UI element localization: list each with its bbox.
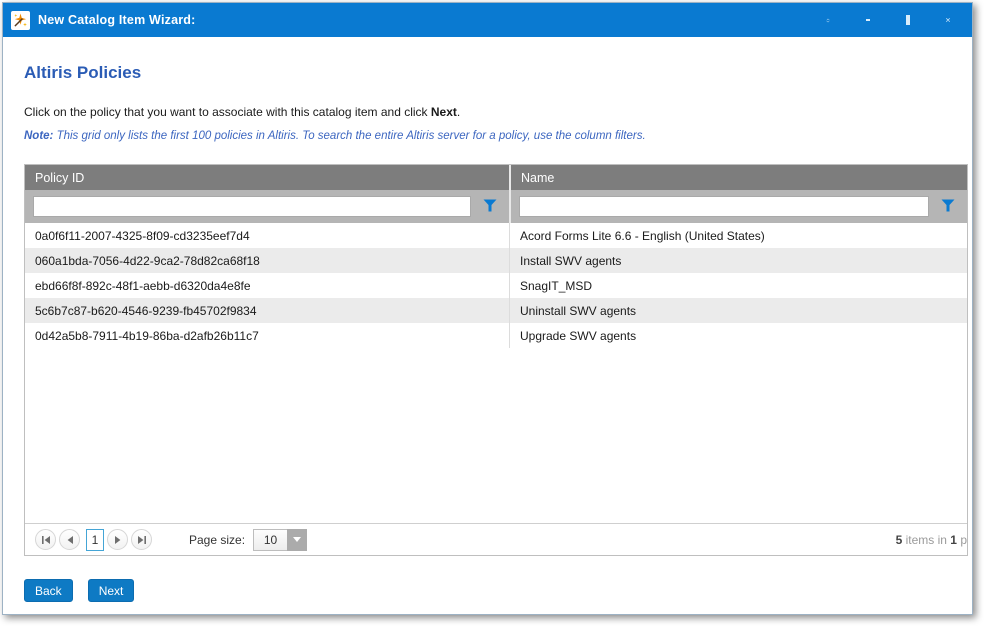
- page-size-value: 10: [253, 529, 287, 551]
- instruction-prefix: Click on the policy that you want to ass…: [24, 105, 431, 119]
- filter-funnel-icon: [941, 199, 955, 215]
- table-row[interactable]: 060a1bda-7056-4d22-9ca2-78d82ca68f18 Ins…: [25, 248, 967, 273]
- instruction-suffix: .: [457, 105, 460, 119]
- column-header-policy-id[interactable]: Policy ID: [25, 165, 509, 190]
- wizard-content: Altiris Policies Click on the policy tha…: [3, 37, 972, 614]
- policy-name-cell: Acord Forms Lite 6.6 - English (United S…: [509, 223, 967, 248]
- first-page-icon[interactable]: [35, 529, 56, 550]
- grid-filter-row: [25, 190, 967, 223]
- grid-header-row: Policy ID Name: [25, 165, 967, 190]
- policy-id-filter-button[interactable]: [471, 190, 509, 223]
- pager-status: 5 items in 1 p: [896, 533, 967, 547]
- note-body: This grid only lists the first 100 polic…: [53, 130, 645, 142]
- dropdown-arrow-icon[interactable]: [287, 529, 307, 551]
- policy-id-cell: ebd66f8f-892c-48f1-aebb-d6320da4e8fe: [25, 273, 509, 298]
- table-row[interactable]: ebd66f8f-892c-48f1-aebb-d6320da4e8fe Sna…: [25, 273, 967, 298]
- wizard-window: New Catalog Item Wizard:: [2, 2, 973, 615]
- page-title: Altiris Policies: [24, 63, 972, 83]
- policy-name-cell: Upgrade SWV agents: [509, 323, 967, 348]
- note-text: Note: This grid only lists the first 100…: [24, 130, 972, 142]
- window-title: New Catalog Item Wizard:: [38, 13, 820, 27]
- wizard-icon: [11, 11, 30, 30]
- minimize-icon[interactable]: [860, 12, 876, 28]
- column-header-name[interactable]: Name: [509, 165, 967, 190]
- note-label: Note:: [24, 130, 53, 142]
- policy-name-cell: SnagIT_MSD: [509, 273, 967, 298]
- maximize-icon[interactable]: [900, 12, 916, 28]
- titlebar[interactable]: New Catalog Item Wizard:: [3, 3, 972, 37]
- policy-id-filter-input[interactable]: [33, 196, 471, 217]
- name-filter-input[interactable]: [519, 196, 929, 217]
- instruction-next-keyword: Next: [431, 105, 457, 119]
- policy-name-cell: Uninstall SWV agents: [509, 298, 967, 323]
- prev-page-icon[interactable]: [59, 529, 80, 550]
- policy-id-cell: 5c6b7c87-b620-4546-9239-fb45702f9834: [25, 298, 509, 323]
- next-page-icon[interactable]: [107, 529, 128, 550]
- pages-text: p: [957, 533, 967, 547]
- name-filter-button[interactable]: [929, 190, 967, 223]
- wizard-footer: Back Next: [24, 579, 972, 602]
- items-text: items in: [902, 533, 950, 547]
- page-size-label: Page size:: [189, 533, 245, 547]
- last-page-icon[interactable]: [131, 529, 152, 550]
- policy-id-cell: 060a1bda-7056-4d22-9ca2-78d82ca68f18: [25, 248, 509, 273]
- page-size-dropdown[interactable]: 10: [253, 529, 307, 551]
- refresh-icon[interactable]: [820, 12, 836, 28]
- policies-grid: Policy ID Name: [24, 164, 968, 556]
- instruction-text: Click on the policy that you want to ass…: [24, 105, 972, 119]
- policy-id-cell: 0d42a5b8-7911-4b19-86ba-d2afb26b11c7: [25, 323, 509, 348]
- grid-pager: 1 Page size: 10 5 items in: [25, 523, 967, 555]
- pages-count: 1: [950, 533, 957, 547]
- close-icon[interactable]: [940, 12, 956, 28]
- policy-id-cell: 0a0f6f11-2007-4325-8f09-cd3235eef7d4: [25, 223, 509, 248]
- table-row[interactable]: 0a0f6f11-2007-4325-8f09-cd3235eef7d4 Aco…: [25, 223, 967, 248]
- table-body: 0a0f6f11-2007-4325-8f09-cd3235eef7d4 Aco…: [25, 223, 967, 523]
- table-row[interactable]: 0d42a5b8-7911-4b19-86ba-d2afb26b11c7 Upg…: [25, 323, 967, 348]
- table-row[interactable]: 5c6b7c87-b620-4546-9239-fb45702f9834 Uni…: [25, 298, 967, 323]
- back-button[interactable]: Back: [24, 579, 73, 602]
- policy-name-cell: Install SWV agents: [509, 248, 967, 273]
- filter-funnel-icon: [483, 199, 497, 215]
- next-button[interactable]: Next: [88, 579, 135, 602]
- current-page-indicator[interactable]: 1: [86, 529, 104, 551]
